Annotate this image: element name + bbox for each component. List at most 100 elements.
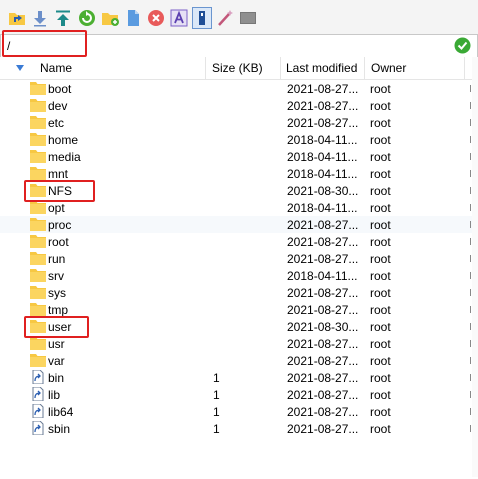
file-name: run bbox=[48, 252, 66, 266]
folder-icon bbox=[30, 116, 46, 129]
column-overflow-marker bbox=[470, 85, 471, 92]
vertical-scrollbar[interactable] bbox=[472, 57, 478, 477]
file-modified: 2021-08-27... bbox=[287, 218, 359, 232]
file-modified: 2018-04-11... bbox=[287, 269, 358, 283]
delete-icon[interactable] bbox=[147, 9, 165, 27]
file-modified: 2021-08-27... bbox=[287, 303, 359, 317]
file-modified: 2021-08-27... bbox=[287, 116, 359, 130]
file-modified: 2021-08-27... bbox=[287, 252, 359, 266]
file-name: sbin bbox=[48, 422, 71, 436]
file-owner: root bbox=[370, 116, 391, 130]
column-overflow-marker bbox=[470, 289, 471, 296]
file-list-header: Name Size (KB) Last modified Owner bbox=[0, 57, 478, 80]
file-row[interactable]: var 2021-08-27... root bbox=[0, 352, 472, 369]
file-name: boot bbox=[48, 82, 72, 96]
file-modified: 2018-04-11... bbox=[287, 201, 358, 215]
file-row[interactable]: root 2021-08-27... root bbox=[0, 233, 472, 250]
file-name: lib64 bbox=[48, 405, 74, 419]
file-name: etc bbox=[48, 116, 65, 130]
file-modified: 2021-08-27... bbox=[287, 422, 359, 436]
file-row[interactable]: sys 2021-08-27... root bbox=[0, 284, 472, 301]
folder-icon bbox=[30, 218, 46, 231]
column-overflow-marker bbox=[470, 204, 471, 211]
column-header-owner[interactable]: Owner bbox=[371, 57, 406, 79]
file-modified: 2018-04-11... bbox=[287, 150, 358, 164]
file-name: usr bbox=[48, 337, 65, 351]
file-owner: root bbox=[370, 422, 391, 436]
folder-icon bbox=[30, 354, 46, 367]
file-owner: root bbox=[370, 167, 391, 181]
file-modified: 2018-04-11... bbox=[287, 167, 358, 181]
folder-icon bbox=[30, 150, 46, 163]
download-icon[interactable] bbox=[31, 9, 49, 27]
file-size: 1 bbox=[213, 371, 220, 385]
file-row[interactable]: home 2018-04-11... root bbox=[0, 131, 472, 148]
refresh-icon[interactable] bbox=[78, 9, 96, 27]
file-row[interactable]: lib64 1 2021-08-27... root bbox=[0, 403, 472, 420]
file-owner: root bbox=[370, 354, 391, 368]
column-overflow-marker bbox=[470, 425, 471, 432]
file-row[interactable]: sbin 1 2021-08-27... root bbox=[0, 420, 472, 437]
file-modified: 2021-08-27... bbox=[287, 99, 359, 113]
file-owner: root bbox=[370, 201, 391, 215]
folder-icon bbox=[30, 252, 46, 265]
file-owner: root bbox=[370, 184, 391, 198]
upload-icon[interactable] bbox=[54, 9, 72, 27]
file-owner: root bbox=[370, 269, 391, 283]
symlink-file-icon bbox=[32, 387, 44, 401]
symlink-file-icon bbox=[32, 370, 44, 384]
column-overflow-marker bbox=[470, 272, 471, 279]
file-row[interactable]: srv 2018-04-11... root bbox=[0, 267, 472, 284]
file-owner: root bbox=[370, 388, 391, 402]
file-owner: root bbox=[370, 303, 391, 317]
column-overflow-marker bbox=[470, 238, 471, 245]
highlight-user-folder bbox=[24, 316, 89, 338]
folder-icon bbox=[30, 167, 46, 180]
column-overflow-marker bbox=[470, 391, 471, 398]
file-row[interactable]: bin 1 2021-08-27... root bbox=[0, 369, 472, 386]
file-size: 1 bbox=[213, 388, 220, 402]
folder-icon bbox=[30, 235, 46, 248]
highlight-nfs-folder bbox=[24, 180, 95, 202]
file-size: 1 bbox=[213, 405, 220, 419]
folder-icon bbox=[30, 337, 46, 350]
go-check-icon[interactable] bbox=[454, 37, 471, 54]
parent-directory-icon[interactable] bbox=[8, 9, 26, 27]
file-row[interactable]: media 2018-04-11... root bbox=[0, 148, 472, 165]
file-name: srv bbox=[48, 269, 64, 283]
folder-icon bbox=[30, 82, 46, 95]
symlink-file-icon bbox=[32, 421, 44, 435]
file-row[interactable]: lib 1 2021-08-27... root bbox=[0, 386, 472, 403]
file-row[interactable]: run 2021-08-27... root bbox=[0, 250, 472, 267]
column-header-size[interactable]: Size (KB) bbox=[212, 57, 263, 79]
column-overflow-marker bbox=[470, 323, 471, 330]
file-owner: root bbox=[370, 99, 391, 113]
settings-wand-icon[interactable] bbox=[216, 9, 234, 27]
rename-icon[interactable] bbox=[170, 9, 188, 27]
file-owner: root bbox=[370, 252, 391, 266]
new-folder-icon[interactable] bbox=[101, 9, 119, 27]
file-row[interactable]: etc 2021-08-27... root bbox=[0, 114, 472, 131]
terminal-icon[interactable] bbox=[239, 9, 257, 27]
file-name: sys bbox=[48, 286, 66, 300]
sort-descending-icon[interactable] bbox=[16, 65, 24, 71]
file-owner: root bbox=[370, 218, 391, 232]
file-owner: root bbox=[370, 82, 391, 96]
file-modified: 2021-08-27... bbox=[287, 286, 359, 300]
file-row[interactable]: boot 2021-08-27... root bbox=[0, 80, 472, 97]
column-overflow-marker bbox=[470, 357, 471, 364]
file-name: lib bbox=[48, 388, 61, 402]
file-modified: 2021-08-27... bbox=[287, 82, 359, 96]
column-overflow-marker bbox=[470, 221, 471, 228]
file-owner: root bbox=[370, 371, 391, 385]
column-header-modified[interactable]: Last modified bbox=[286, 57, 357, 79]
file-row[interactable]: dev 2021-08-27... root bbox=[0, 97, 472, 114]
column-header-name[interactable]: Name bbox=[40, 57, 72, 79]
column-overflow-marker bbox=[470, 340, 471, 347]
new-file-icon[interactable] bbox=[124, 9, 142, 27]
column-overflow-marker bbox=[470, 374, 471, 381]
file-row[interactable]: proc 2021-08-27... root bbox=[0, 216, 472, 233]
file-modified: 2021-08-27... bbox=[287, 405, 359, 419]
file-name: root bbox=[48, 235, 69, 249]
properties-icon[interactable] bbox=[192, 7, 212, 29]
